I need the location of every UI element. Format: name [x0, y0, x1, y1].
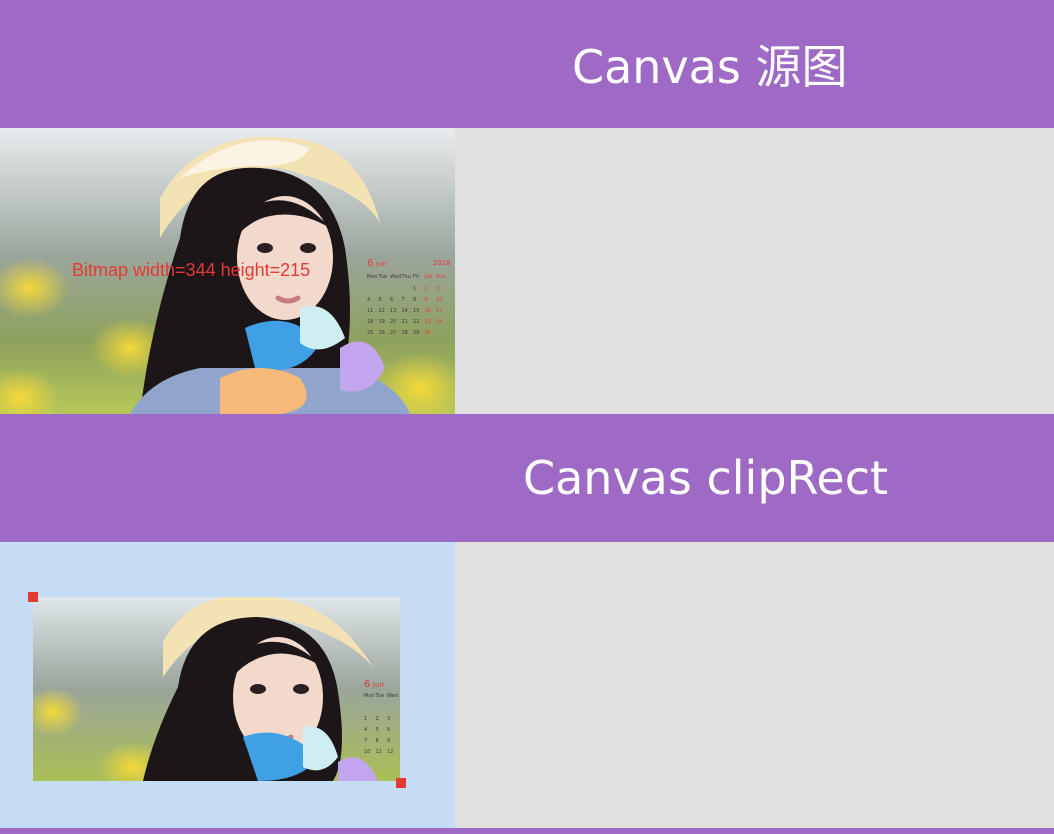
svg-text:2018: 2018: [433, 259, 451, 267]
calendar-weekday: Mon: [367, 274, 378, 280]
calendar-day: 6: [387, 727, 390, 733]
calendar-weekday: Mon: [364, 693, 375, 699]
calendar-day: 1: [413, 286, 416, 292]
calendar-day: 3: [436, 286, 439, 292]
calendar-day: 23: [425, 319, 431, 325]
calendar-day: 1: [364, 716, 367, 722]
calendar-weekday: Wed: [387, 693, 398, 699]
calendar-day: 21: [402, 319, 408, 325]
calendar-day: 14: [402, 308, 408, 314]
calendar-day: 19: [379, 319, 385, 325]
calendar-day: 10: [436, 297, 442, 303]
calendar-day: 17: [436, 308, 442, 314]
calendar-day: 22: [413, 319, 419, 325]
calendar-day: 28: [402, 330, 408, 336]
calendar-weekday: Wed: [390, 274, 401, 280]
calendar-day: 4: [364, 727, 367, 733]
calendar-day: 9: [387, 738, 390, 744]
clip-corner-bottom-right: [396, 778, 406, 788]
calendar-day: 20: [390, 319, 396, 325]
calendar-day: 5: [379, 297, 382, 303]
source-row: 6 Jun 2018 Mon Tue Wed Thu Fri Sat Sun 1 2 3 4 5 6 7 8…: [0, 128, 1054, 414]
calendar-day: 10: [364, 749, 370, 755]
calendar-day: 16: [425, 308, 431, 314]
header-source-image: Canvas 源图: [0, 0, 1054, 128]
cliprect-row: 6 Jun Mon Tue Wed 1 2 3 4 5 6 7 8 9 10 11 12: [0, 542, 1054, 828]
calendar-day: 6: [390, 297, 393, 303]
svg-text:6: 6: [364, 679, 370, 690]
header-title: Canvas clipRect: [523, 451, 889, 505]
calendar-day: 12: [387, 749, 393, 755]
calendar-day: 8: [376, 738, 379, 744]
calendar-day: 26: [379, 330, 385, 336]
clipped-bitmap: 6 Jun Mon Tue Wed 1 2 3 4 5 6 7 8 9 10 11 12: [33, 597, 400, 781]
calendar-day: 15: [413, 308, 419, 314]
calendar-day: 7: [402, 297, 405, 303]
calendar-day: 11: [376, 749, 382, 755]
calendar-day: 25: [367, 330, 373, 336]
header-title: Canvas 源图: [572, 40, 848, 94]
calendar-day: 7: [364, 738, 367, 744]
calendar-day: 29: [413, 330, 419, 336]
calendar-day: 4: [367, 297, 370, 303]
svg-text:Jun: Jun: [372, 681, 384, 689]
calendar-day: 5: [376, 727, 379, 733]
calendar-day: 2: [425, 286, 428, 292]
calendar-weekday: Fri: [413, 274, 419, 280]
calendar-day: 24: [436, 319, 442, 325]
source-canvas: 6 Jun 2018 Mon Tue Wed Thu Fri Sat Sun 1 2 3 4 5 6 7 8…: [0, 128, 455, 414]
calendar-weekday: Sat: [425, 274, 433, 280]
svg-text:Jun: Jun: [375, 260, 387, 268]
calendar-weekday: Tue: [378, 274, 388, 280]
bottom-header-edge: [0, 828, 1054, 834]
bitmap-size-label: Bitmap width=344 height=215: [72, 260, 311, 280]
header-cliprect: Canvas clipRect: [0, 414, 1054, 542]
svg-text:6: 6: [367, 258, 373, 269]
calendar-day: 2: [376, 716, 379, 722]
calendar-day: 12: [379, 308, 385, 314]
calendar-weekday: Tue: [375, 693, 385, 699]
cliprect-canvas: 6 Jun Mon Tue Wed 1 2 3 4 5 6 7 8 9 10 11 12: [0, 542, 455, 828]
clipped-photo-illustration: 6 Jun Mon Tue Wed1 2 34 5 67 8 910 11 12: [33, 597, 400, 781]
calendar-day: 8: [413, 297, 416, 303]
calendar-day: 11: [367, 308, 373, 314]
calendar-weekday: Thu: [401, 274, 411, 280]
clip-corner-top-left: [28, 592, 38, 602]
calendar-weekday: Sun: [436, 274, 446, 280]
calendar-day: 9: [425, 297, 428, 303]
calendar-day: 3: [387, 716, 390, 722]
calendar-day: 27: [390, 330, 396, 336]
calendar-day: 30: [425, 330, 431, 336]
calendar-day: 13: [390, 308, 396, 314]
calendar-day: 18: [367, 319, 373, 325]
